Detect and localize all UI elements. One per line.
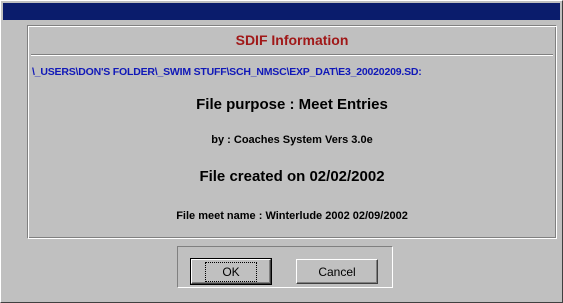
file-created-date: File created on 02/02/2002: [199, 168, 385, 185]
sdif-info-dialog: SDIF Information \_USERS\DON'S FOLDER\_S…: [0, 0, 563, 303]
file-path: \_USERS\DON'S FOLDER\_SWIM STUFF\SCH_NMS…: [32, 66, 422, 78]
ok-button[interactable]: OK: [190, 258, 272, 285]
file-purpose: File purpose : Meet Entries: [196, 96, 388, 113]
meet-name: File meet name : Winterlude 2002 02/09/2…: [176, 210, 408, 222]
ok-button-label: OK: [205, 261, 257, 282]
dialog-header: SDIF Information: [235, 32, 349, 48]
header-separator: [31, 54, 553, 56]
title-bar[interactable]: [3, 3, 560, 20]
cancel-button-label: Cancel: [318, 264, 356, 279]
created-by: by : Coaches System Vers 3.0e: [211, 134, 373, 146]
cancel-button[interactable]: Cancel: [296, 259, 378, 284]
info-group-box: [27, 25, 557, 239]
